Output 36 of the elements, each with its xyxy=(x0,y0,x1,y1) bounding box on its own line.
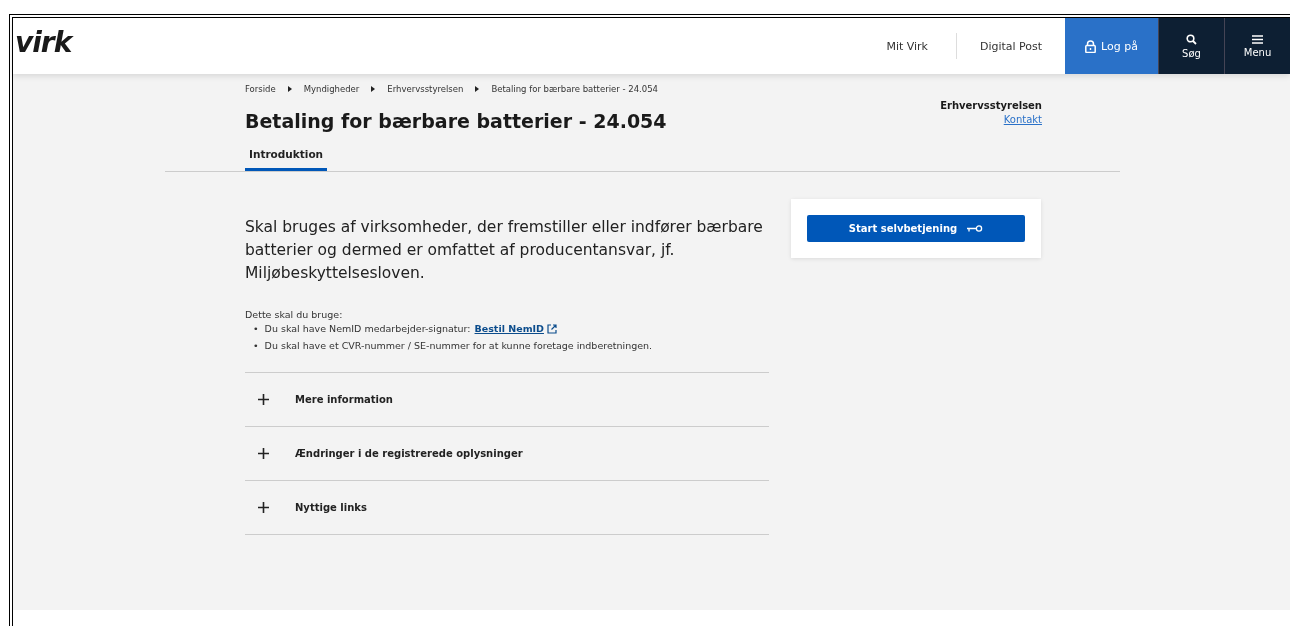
requirement-text: Du skal have NemID medarbejder-signatur: xyxy=(264,322,471,335)
menu-icon xyxy=(1252,34,1263,44)
authority-name: Erhvervsstyrelsen xyxy=(940,100,1042,111)
page-title: Betaling for bærbare batterier - 24.054 xyxy=(245,110,668,132)
accordion-item[interactable]: Nyttige links xyxy=(245,481,769,535)
nav-link[interactable]: Digital Post xyxy=(957,18,1065,74)
key-icon xyxy=(967,225,984,232)
nemid-link[interactable]: Bestil NemID xyxy=(474,322,557,335)
chevron-icon xyxy=(371,86,376,92)
plus-icon xyxy=(258,502,269,513)
login-button[interactable]: Log på xyxy=(1065,18,1158,74)
bullet: • xyxy=(253,322,259,335)
breadcrumb-link[interactable]: Forside xyxy=(245,84,276,94)
search-icon xyxy=(1186,33,1197,45)
requirement-text: Du skal have et CVR-nummer / SE-nummer for at kunne foretage indberetningen. xyxy=(264,339,653,352)
chevron-icon xyxy=(287,86,292,92)
nav-link[interactable]: Mit Virk xyxy=(886,33,957,59)
plus-icon xyxy=(258,448,269,459)
breadcrumb-link[interactable]: Myndigheder xyxy=(303,84,360,94)
breadcrumb-current: Betaling for bærbare batterier - 24.054 xyxy=(491,84,658,94)
menu-button[interactable]: Menu xyxy=(1224,18,1290,74)
plus-icon xyxy=(258,394,269,405)
lead-text: Skal bruges af virksomheder, der fremstiller eller indfører bærbare batterier og dermed er omfattet af producentansvar, jf. Miljøbeskyttelsesloven. xyxy=(245,217,764,284)
start-button[interactable]: Start selvbetjening xyxy=(807,215,1025,242)
search-button[interactable]: Søg xyxy=(1158,18,1224,74)
requirements-heading: Dette skal du bruge: xyxy=(245,309,344,320)
external-link-icon xyxy=(546,324,557,334)
chevron-icon xyxy=(475,86,480,92)
contact-link[interactable]: Kontakt xyxy=(940,114,1042,125)
logo[interactable]: virk xyxy=(13,18,72,74)
breadcrumb-link[interactable]: Erhvervsstyrelsen xyxy=(387,84,464,94)
lock-icon xyxy=(1085,39,1097,53)
accordion-item[interactable]: Ændringer i de registrerede oplysninger xyxy=(245,427,769,481)
bullet: • xyxy=(253,339,259,352)
tab[interactable]: Introduktion xyxy=(245,148,328,171)
accordion-item[interactable]: Mere information xyxy=(245,373,769,427)
